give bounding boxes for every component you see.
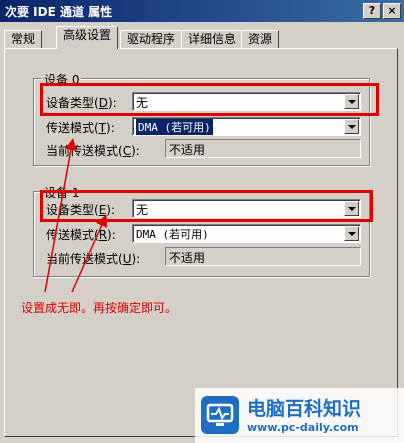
annotation-note: 设置成无即。再按确定即可。 [21, 301, 178, 315]
arrow-to-device1 [71, 214, 108, 293]
watermark: 电脑百科知识 www.pc-daily.com [195, 388, 404, 443]
watermark-title: 电脑百科知识 [247, 398, 362, 420]
arrow-to-device0 [44, 138, 77, 293]
watermark-url: www.pc-daily.com [247, 421, 359, 434]
annotation-arrows [44, 138, 108, 293]
monitor-logo-icon [201, 396, 239, 434]
